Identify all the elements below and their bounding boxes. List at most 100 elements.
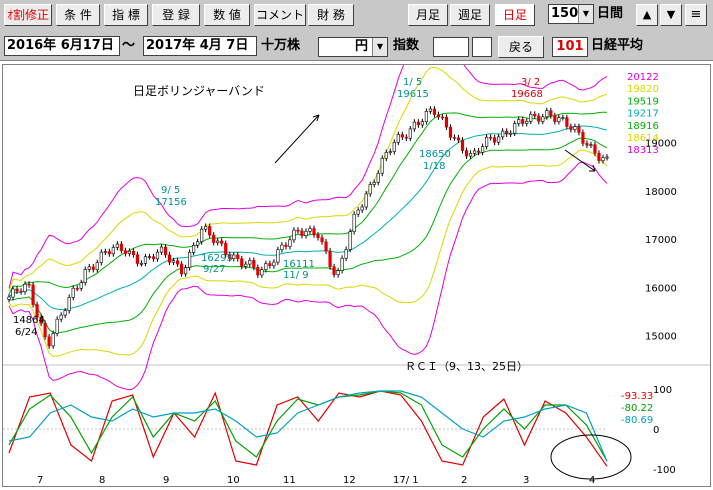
candle-body-104 — [424, 110, 428, 122]
candle-body-76 — [312, 228, 316, 236]
candle-body-114 — [464, 150, 469, 157]
index-field-2[interactable] — [472, 37, 492, 57]
candle-body-72 — [296, 229, 300, 232]
candle-body-146 — [593, 144, 597, 154]
rci-value-label: -93.33 — [621, 391, 653, 402]
rci-tick-label: -100 — [653, 465, 676, 476]
candle-body-27 — [115, 243, 119, 248]
candle-body-46 — [192, 244, 196, 253]
candle-body-73 — [300, 230, 304, 236]
candle-body-100 — [408, 128, 412, 139]
chevron-down-icon[interactable]: ▼ — [372, 38, 387, 56]
toolbar-button-4[interactable]: 数 値 — [204, 4, 250, 26]
candle-body-93 — [380, 157, 384, 174]
back-button[interactable]: 戻る — [498, 36, 544, 58]
candle-body-60 — [248, 260, 252, 265]
rci-line-13 — [8, 390, 608, 462]
toolbar-button-5[interactable]: コメント — [254, 4, 306, 26]
currency-select[interactable]: 円 ▼ — [318, 37, 388, 57]
candle-body-143 — [581, 132, 585, 144]
candle-body-34 — [143, 256, 148, 264]
candle-body-48 — [200, 228, 204, 243]
up-arrow-icon[interactable]: ▲ — [636, 4, 658, 26]
candle-body-29 — [123, 250, 127, 254]
toolbar-button-2[interactable]: 指 標 — [104, 4, 148, 26]
candle-body-42 — [175, 260, 180, 265]
candle-body-110 — [448, 126, 453, 138]
candle-body-132 — [537, 115, 541, 122]
candle-body-91 — [372, 182, 376, 185]
toolbar-button-1[interactable]: 条 件 — [56, 4, 100, 26]
candle-body-134 — [545, 110, 549, 118]
period-button-1[interactable]: 週足 — [450, 4, 490, 26]
candle-body-96 — [392, 141, 396, 152]
price-tick-label: 17000 — [645, 235, 677, 246]
candle-body-82 — [336, 270, 340, 275]
candle-body-1 — [11, 288, 15, 298]
candle-body-127 — [517, 119, 521, 124]
days-select[interactable]: 150 ▼ — [548, 4, 594, 24]
date-range-tilde: ～ — [122, 38, 136, 53]
candle-body-85 — [348, 231, 352, 250]
index-field-1[interactable] — [433, 37, 469, 57]
price-tick-label: 15000 — [645, 332, 677, 343]
candle-body-31 — [131, 250, 136, 255]
month-label: 12 — [343, 475, 356, 486]
chevron-down-icon[interactable]: ▼ — [578, 5, 593, 23]
candle-body-126 — [513, 123, 517, 134]
candle-body-118 — [480, 146, 485, 153]
toolbar-button-6[interactable]: 財 務 — [308, 4, 354, 26]
candle-body-67 — [276, 249, 280, 263]
price-annotation-12: 3/ 2 — [521, 77, 540, 88]
period-button-2[interactable]: 日足 — [495, 4, 535, 26]
candle-body-12 — [55, 318, 59, 334]
candle-body-47 — [196, 241, 200, 246]
candle-body-137 — [557, 117, 561, 122]
security-name: 日経平均 — [591, 38, 644, 53]
candle-body-133 — [541, 116, 545, 122]
candle-body-5 — [27, 283, 31, 286]
days-value: 150 — [551, 6, 579, 21]
code-field[interactable]: 101 — [552, 37, 588, 57]
candle-body-78 — [320, 237, 324, 243]
candle-body-87 — [356, 209, 360, 215]
candle-body-111 — [452, 137, 457, 139]
candle-body-86 — [352, 213, 356, 232]
down-arrow-icon[interactable]: ▼ — [660, 4, 682, 26]
month-label: 10 — [227, 475, 240, 486]
trend-arrow-down — [564, 149, 596, 172]
price-annotation-2: 9/ 5 — [161, 185, 180, 196]
candle-body-77 — [316, 234, 320, 238]
candle-body-17 — [75, 287, 79, 290]
menu-icon[interactable]: ≡ — [685, 4, 707, 26]
candle-body-121 — [493, 137, 497, 143]
candle-body-56 — [232, 254, 236, 259]
candle-body-141 — [573, 126, 577, 130]
period-button-0[interactable]: 月足 — [408, 4, 448, 26]
price-annotation-4: 16295 — [201, 253, 233, 264]
candle-body-130 — [529, 113, 533, 122]
start-date-field[interactable]: 2016年 6月17日 — [4, 36, 120, 56]
band-value-label: 20122 — [627, 72, 659, 83]
candle-body-11 — [51, 333, 55, 347]
candle-body-139 — [565, 117, 569, 127]
candle-body-117 — [476, 150, 481, 153]
candle-body-30 — [127, 250, 132, 254]
candle-body-6 — [31, 284, 35, 305]
candle-body-116 — [472, 150, 477, 154]
candle-body-113 — [460, 139, 465, 151]
bollinger-chart: 日足ボリンジャーバンド20122198201951919217189161861… — [3, 13, 710, 486]
candle-body-14 — [63, 310, 67, 316]
candle-body-32 — [135, 254, 140, 264]
toolbar-button-3[interactable]: 登 録 — [152, 4, 200, 26]
end-date-field[interactable]: 2017年 4月 7日 — [143, 36, 257, 56]
month-label: 11 — [283, 475, 296, 486]
candle-body-37 — [155, 251, 160, 260]
candle-body-4 — [23, 283, 27, 292]
price-annotation-5: 9/27 — [203, 264, 225, 275]
candle-body-129 — [525, 120, 529, 124]
candle-body-15 — [67, 297, 71, 312]
toolbar-button-0[interactable]: ｵ割修正 — [4, 4, 52, 26]
candle-body-53 — [220, 240, 224, 244]
candle-body-33 — [139, 263, 144, 265]
